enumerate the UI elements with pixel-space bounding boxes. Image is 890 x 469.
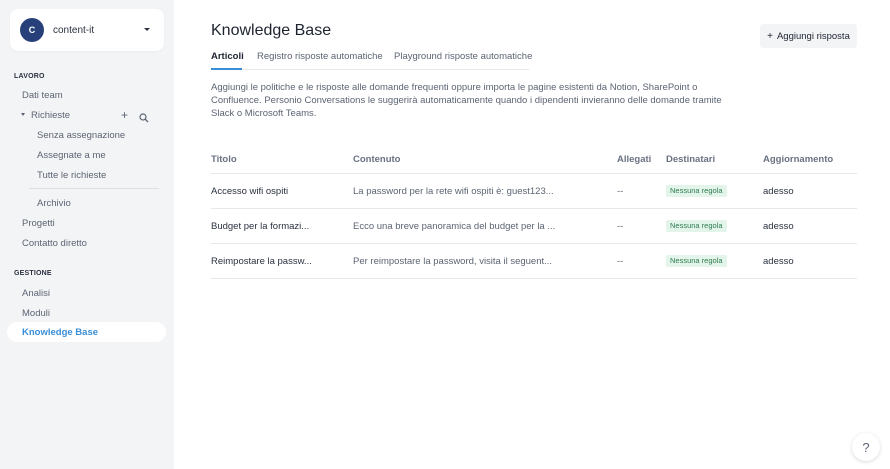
column-header-title[interactable]: Titolo <box>211 154 237 165</box>
table-divider <box>211 208 857 209</box>
column-header-attachments[interactable]: Allegati <box>617 154 651 165</box>
row-title: Accesso wifi ospiti <box>211 186 289 197</box>
row-attachments: -- <box>617 221 624 232</box>
sidebar-item-all-requests[interactable]: Tutte le richieste <box>37 170 106 181</box>
sidebar-item-assigned-to-me[interactable]: Assegnate a me <box>37 150 106 161</box>
status-badge: Nessuna regola <box>666 255 727 267</box>
row-updated: adesso <box>763 256 794 267</box>
table-divider <box>211 278 857 279</box>
active-tab-indicator <box>211 68 242 70</box>
sidebar-item-archive[interactable]: Archivio <box>37 198 71 209</box>
workspace-avatar: C <box>20 18 44 42</box>
sidebar: C content-it LAVORO Dati team Richieste … <box>0 0 174 469</box>
sidebar-item-unassigned[interactable]: Senza assegnazione <box>37 130 125 141</box>
row-content: La password per la rete wifi ospiti è: g… <box>353 186 554 197</box>
chevron-down-icon[interactable] <box>144 28 150 31</box>
sidebar-item-forms[interactable]: Moduli <box>22 308 50 319</box>
row-attachments: -- <box>617 186 624 197</box>
workspace-name: content-it <box>53 24 95 36</box>
row-content: Per reimpostare la password, visita il s… <box>353 256 553 267</box>
tab-auto-reply-log[interactable]: Registro risposte automatiche <box>257 51 383 62</box>
column-header-updated[interactable]: Aggiornamento <box>763 154 833 165</box>
status-badge: Nessuna regola <box>666 220 727 232</box>
section-label-management: GESTIONE <box>14 270 52 277</box>
add-answer-label: Aggiungi risposta <box>776 30 850 42</box>
column-header-recipients[interactable]: Destinatari <box>666 154 715 165</box>
page-title: Knowledge Base <box>211 22 332 39</box>
row-title: Reimpostare la passw... <box>211 256 312 267</box>
row-attachments: -- <box>617 256 624 267</box>
sidebar-item-team-data[interactable]: Dati team <box>22 90 63 101</box>
table-divider <box>211 243 857 244</box>
tab-articles[interactable]: Articoli <box>211 51 244 62</box>
table-divider <box>211 173 857 174</box>
row-content: Ecco una breve panoramica del budget per… <box>353 221 556 232</box>
add-answer-button[interactable]: + Aggiungi risposta <box>760 24 857 48</box>
page-description: Aggiungi le politiche e le risposte alle… <box>211 82 722 119</box>
status-badge: Nessuna regola <box>666 185 727 197</box>
plus-icon: + <box>767 30 773 42</box>
tabs-divider <box>211 69 529 70</box>
caret-down-icon[interactable] <box>21 113 25 116</box>
sidebar-item-projects[interactable]: Progetti <box>22 218 55 229</box>
plus-icon[interactable]: + <box>121 108 128 122</box>
divider <box>29 188 159 189</box>
sidebar-item-direct-contact[interactable]: Contatto diretto <box>22 238 87 249</box>
row-updated: adesso <box>763 186 794 197</box>
workspace-switcher[interactable]: C content-it <box>10 9 164 51</box>
section-label-work: LAVORO <box>14 73 45 80</box>
row-title: Budget per la formazi... <box>211 221 310 232</box>
sidebar-item-requests[interactable]: Richieste <box>31 110 70 121</box>
help-button[interactable]: ? <box>852 433 880 461</box>
column-header-content[interactable]: Contenuto <box>353 154 401 165</box>
row-updated: adesso <box>763 221 794 232</box>
tab-auto-reply-playground[interactable]: Playground risposte automatiche <box>394 51 532 62</box>
sidebar-item-knowledge-base[interactable]: Knowledge Base <box>22 327 98 338</box>
sidebar-item-analytics[interactable]: Analisi <box>22 288 50 299</box>
search-icon[interactable] <box>139 110 149 128</box>
